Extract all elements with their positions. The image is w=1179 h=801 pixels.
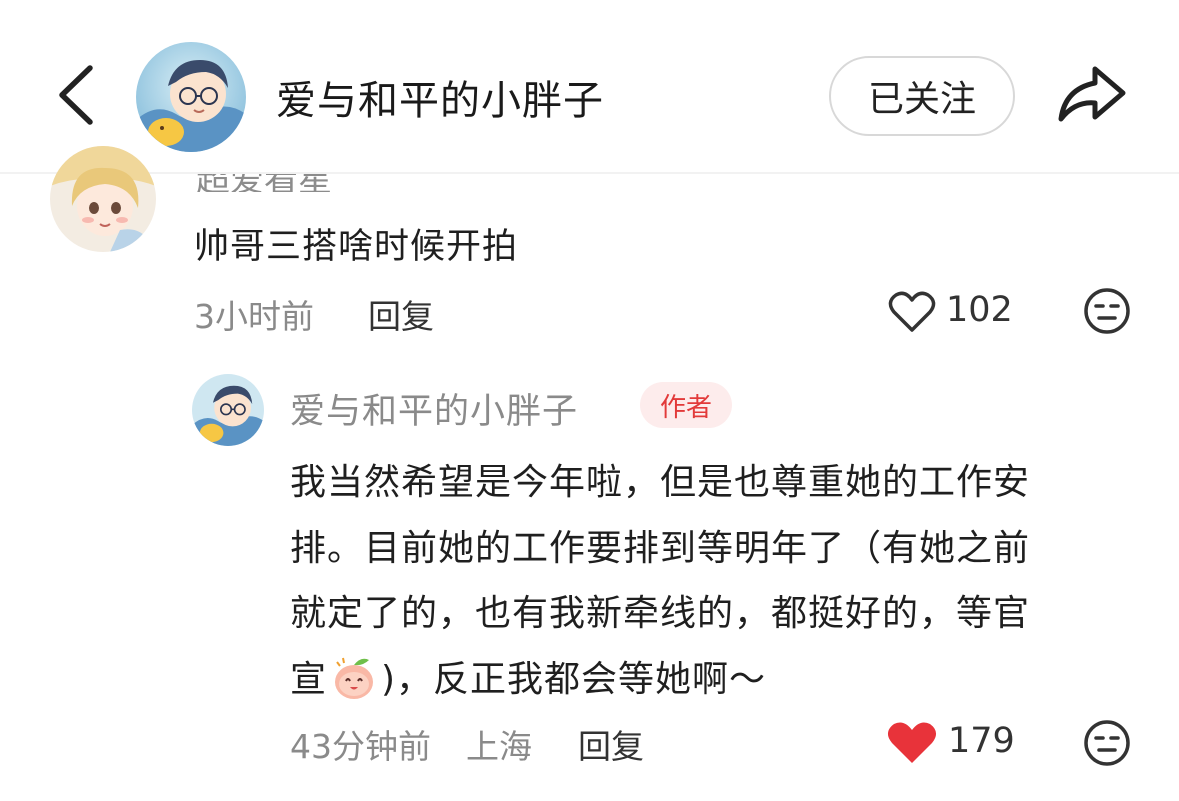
dislike-face-icon[interactable] [1083,719,1131,767]
like-count: 102 [946,290,1013,330]
header-divider [0,172,1179,174]
reply-text: 我当然希望是今年啦，但是也尊重她的工作安 排。目前她的工作要排到等明年了（有她之… [290,450,1140,712]
reply-text-line: 我当然希望是今年啦，但是也尊重她的工作安 [290,462,1031,503]
reply-text-line: 排。目前她的工作要排到等明年了（有她之前 [290,527,1031,569]
reply-button[interactable]: 回复 [368,290,434,338]
reply-location: 上海 [466,727,532,766]
dislike-face-icon[interactable] [1083,287,1131,335]
follow-button[interactable]: 已关注 [829,56,1015,136]
reply-author-name[interactable]: 爱与和平的小胖子 [290,383,578,434]
heart-outline-icon[interactable] [888,290,936,334]
commenter-name-partial: 超爱看星 [196,174,496,192]
author-badge: 作者 [640,382,732,428]
peach-smile-emoji-icon [335,657,374,699]
chevron-left-icon[interactable] [52,62,100,128]
reply-author-avatar[interactable] [192,374,264,446]
author-badge-label: 作者 [659,392,712,423]
heart-filled-icon[interactable] [886,720,938,766]
follow-button-label: 已关注 [867,79,976,120]
author-avatar[interactable] [136,42,246,152]
reply-timestamp: 43分钟前 [290,727,431,766]
reply-text-fragment: 宣 [290,658,328,700]
share-arrow-icon[interactable] [1055,63,1129,125]
like-count: 179 [948,721,1015,761]
header-author-name[interactable]: 爱与和平的小胖子 [276,68,604,126]
reply-text-fragment: )，反正我都会等她啊～ [381,658,767,700]
comment-text: 帅哥三搭啥时候开拍 [194,227,519,267]
reply-text-line: 就定了的，也有我新牵线的，都挺好的，等官 [290,593,1031,634]
comment-timestamp: 3小时前 [194,297,314,336]
reply-button[interactable]: 回复 [578,720,644,768]
commenter-avatar[interactable] [50,146,156,252]
reply-text-line: 宣 )，反正我都会等她啊～ [290,647,1140,713]
